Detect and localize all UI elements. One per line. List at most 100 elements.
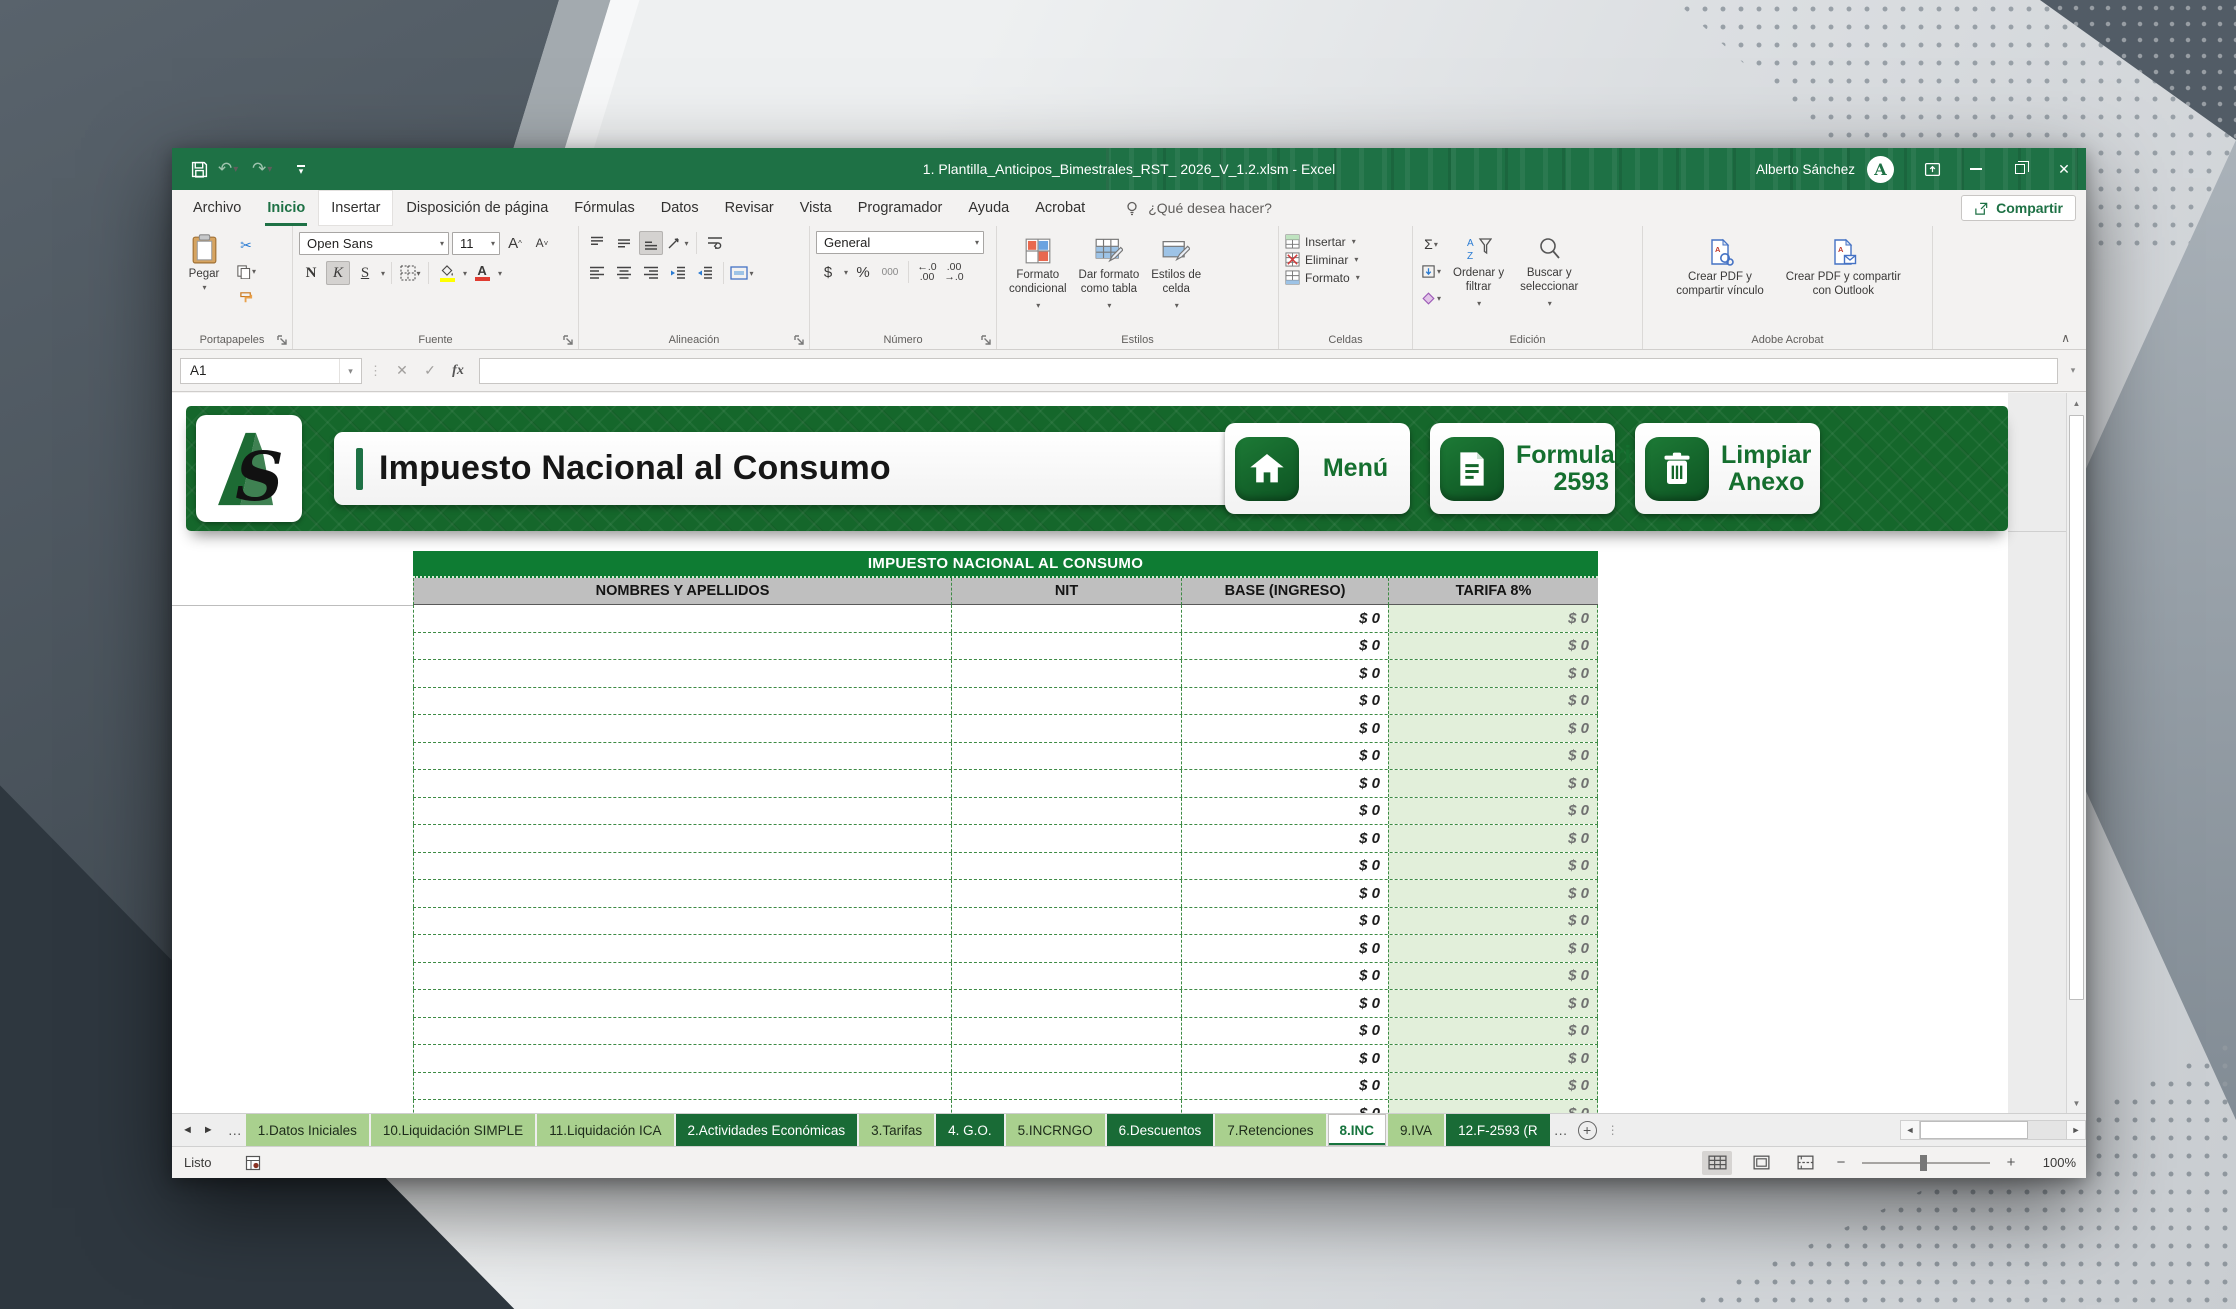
bold-button[interactable]: N [299, 261, 323, 285]
cell-tar[interactable]: $ 0 [1388, 770, 1598, 797]
column-header-base-ingreso[interactable]: BASE (INGRESO) [1181, 578, 1388, 605]
font-name-select[interactable]: Open Sans ▾ [299, 231, 449, 255]
cell-tar[interactable]: $ 0 [1388, 742, 1598, 769]
sheet-tab-9-iva[interactable]: 9.IVA [1388, 1114, 1445, 1146]
worksheet[interactable]: Impuesto Nacional al Consumo Menú Formula… [172, 393, 2066, 1113]
undo-icon[interactable]: ↶ ▾ [218, 154, 248, 184]
cell-name[interactable] [413, 660, 951, 687]
cell-tar[interactable]: $ 0 [1388, 797, 1598, 824]
hidden-tabs-left[interactable]: … [224, 1114, 246, 1146]
sheet-tab-2-actividades-econ-micas[interactable]: 2.Actividades Económicas [675, 1114, 858, 1146]
cell-tar[interactable]: $ 0 [1388, 825, 1598, 852]
cell-base[interactable]: $ 0 [1181, 825, 1388, 852]
cell-tar[interactable]: $ 0 [1388, 687, 1598, 714]
sheet-tab-11-liquidaci-n-ica[interactable]: 11.Liquidación ICA [537, 1114, 674, 1146]
fill-color-icon[interactable] [435, 261, 459, 285]
minimize-button[interactable] [1954, 148, 1998, 190]
cell-nit[interactable] [951, 880, 1181, 907]
redo-icon[interactable]: ↷ ▾ [252, 154, 282, 184]
expand-formula-bar-icon[interactable]: ▾ [2064, 365, 2082, 376]
hscroll-left-icon[interactable]: ◄ [1900, 1119, 1920, 1140]
column-header-tarifa-8[interactable]: TARIFA 8% [1388, 578, 1598, 605]
ribbon-tab-f-rmulas[interactable]: Fórmulas [561, 190, 647, 226]
cell-tar[interactable]: $ 0 [1388, 1100, 1598, 1113]
ribbon-tab-datos[interactable]: Datos [648, 190, 712, 226]
zoom-level[interactable]: 100% [2032, 1155, 2076, 1170]
cell-name[interactable] [413, 1100, 951, 1113]
scroll-down-icon[interactable]: ▼ [2067, 1093, 2086, 1113]
cell-tar[interactable]: $ 0 [1388, 880, 1598, 907]
sheet-tab-1-datos-iniciales[interactable]: 1.Datos Iniciales [245, 1114, 369, 1146]
cell-tar[interactable]: $ 0 [1388, 605, 1598, 632]
cell-nit[interactable] [951, 687, 1181, 714]
wrap-text-icon[interactable] [703, 231, 727, 255]
cell-nit[interactable] [951, 962, 1181, 989]
cell-name[interactable] [413, 1072, 951, 1099]
cell-tar[interactable]: $ 0 [1388, 715, 1598, 742]
men-button[interactable]: Menú [1225, 423, 1410, 514]
cell-nit[interactable] [951, 770, 1181, 797]
cell-name[interactable] [413, 715, 951, 742]
cell-nit[interactable] [951, 605, 1181, 632]
cell-tar[interactable]: $ 0 [1388, 632, 1598, 659]
restore-button[interactable] [1998, 148, 2042, 190]
ribbon-display-options-icon[interactable] [1910, 148, 1954, 190]
cell-base[interactable]: $ 0 [1181, 632, 1388, 659]
cell-name[interactable] [413, 852, 951, 879]
number-format-select[interactable]: General ▾ [816, 231, 984, 254]
cell-nit[interactable] [951, 907, 1181, 934]
cell-nit[interactable] [951, 715, 1181, 742]
cell-nit[interactable] [951, 1072, 1181, 1099]
cell-base[interactable]: $ 0 [1181, 907, 1388, 934]
cell-name[interactable] [413, 770, 951, 797]
conditional-formatting-button[interactable]: Formato condicional ▾ [1003, 234, 1073, 315]
insert-function-icon[interactable]: fx [445, 358, 471, 384]
cell-base[interactable]: $ 0 [1181, 1045, 1388, 1072]
cell-tar[interactable]: $ 0 [1388, 660, 1598, 687]
cell-base[interactable]: $ 0 [1181, 687, 1388, 714]
normal-view-icon[interactable] [1702, 1150, 1732, 1175]
page-break-view-icon[interactable] [1790, 1151, 1820, 1175]
format-as-table-button[interactable]: Dar formato como tabla ▾ [1073, 234, 1146, 315]
sheet-tab-5-incrngo[interactable]: 5.INCRNGO [1005, 1114, 1105, 1146]
cell-tar[interactable]: $ 0 [1388, 962, 1598, 989]
cell-nit[interactable] [951, 852, 1181, 879]
vertical-scroll-thumb[interactable] [2069, 415, 2084, 1000]
zoom-out-icon[interactable]: − [1834, 1154, 1848, 1171]
sheet-tab-10-liquidaci-n-simple[interactable]: 10.Liquidación SIMPLE [370, 1114, 536, 1146]
formula-input[interactable] [479, 357, 2058, 384]
orientation-icon[interactable]: ▾ [666, 231, 690, 255]
cell-base[interactable]: $ 0 [1181, 852, 1388, 879]
cell-name[interactable] [413, 990, 951, 1017]
cell-name[interactable] [413, 880, 951, 907]
cell-base[interactable]: $ 0 [1181, 1072, 1388, 1099]
create-pdf-outlook-button[interactable]: Crear PDF y compartir con Outlook [1780, 234, 1907, 331]
sheet-tab-3-tarifas[interactable]: 3.Tarifas [859, 1114, 935, 1146]
cell-nit[interactable] [951, 1045, 1181, 1072]
ribbon-tab-programador[interactable]: Programador [845, 190, 956, 226]
cell-name[interactable] [413, 907, 951, 934]
cell-nit[interactable] [951, 990, 1181, 1017]
collapse-ribbon-icon[interactable]: ∧ [2061, 331, 2070, 345]
cell-base[interactable]: $ 0 [1181, 962, 1388, 989]
cell-name[interactable] [413, 632, 951, 659]
cell-name[interactable] [413, 935, 951, 962]
decrease-indent-icon[interactable] [666, 261, 690, 285]
cell-base[interactable]: $ 0 [1181, 742, 1388, 769]
shrink-font-icon[interactable]: A ˅ [530, 231, 554, 255]
align-middle-icon[interactable] [612, 231, 636, 255]
cell-base[interactable]: $ 0 [1181, 605, 1388, 632]
sheet-tab-6-descuentos[interactable]: 6.Descuentos [1106, 1114, 1214, 1146]
user-name[interactable]: Alberto Sánchez [1756, 162, 1855, 177]
number-dialog-launcher[interactable] [981, 335, 992, 346]
sheet-tab-8-inc[interactable]: 8.INC [1327, 1114, 1387, 1146]
share-button[interactable]: Compartir [1961, 195, 2076, 221]
increase-decimal-icon[interactable]: ←.0 .00 [915, 260, 939, 284]
align-top-icon[interactable] [585, 231, 609, 255]
cell-tar[interactable]: $ 0 [1388, 852, 1598, 879]
zoom-in-icon[interactable]: + [2004, 1154, 2018, 1171]
cell-name[interactable] [413, 1045, 951, 1072]
cell-nit[interactable] [951, 797, 1181, 824]
cell-name[interactable] [413, 1017, 951, 1044]
percent-style-icon[interactable]: % [851, 260, 875, 284]
